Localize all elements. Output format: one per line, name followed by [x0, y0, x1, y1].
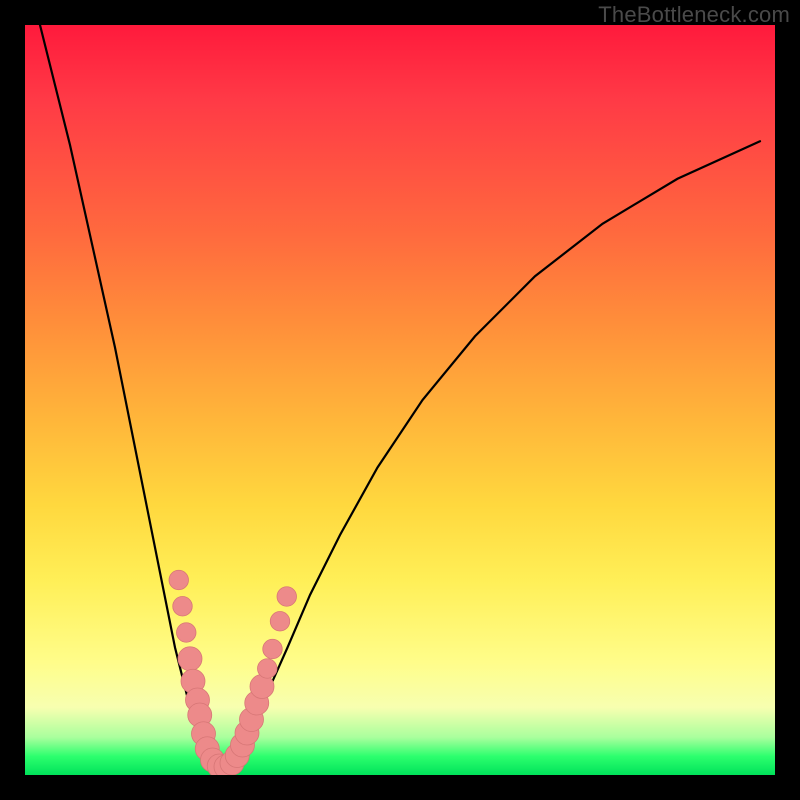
data-marker	[258, 659, 278, 679]
data-marker	[263, 639, 283, 659]
data-marker	[177, 623, 197, 643]
outer-frame: TheBottleneck.com	[0, 0, 800, 800]
data-marker	[277, 587, 297, 607]
data-marker	[270, 612, 290, 632]
data-marker	[178, 647, 202, 671]
data-marker	[173, 597, 193, 617]
curve-right-branch	[220, 141, 760, 767]
plot-area	[25, 25, 775, 775]
chart-svg	[25, 25, 775, 775]
curve-layer	[40, 25, 760, 768]
watermark-text: TheBottleneck.com	[598, 2, 790, 28]
data-marker	[169, 570, 189, 590]
